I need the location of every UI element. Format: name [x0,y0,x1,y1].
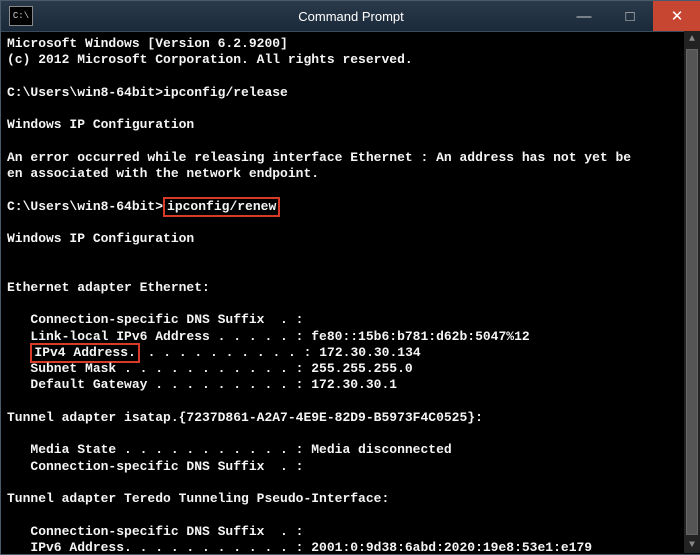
minimize-button[interactable]: — [561,1,607,31]
ethernet-dns: Connection-specific DNS Suffix . : [7,312,303,327]
header-renew: Windows IP Configuration [7,231,194,246]
highlight-renew-cmd: ipconfig/renew [163,197,280,217]
scroll-down-arrow-icon[interactable]: ▼ [684,537,700,553]
error-message: An error occurred while releasing interf… [7,150,631,181]
tunnel-teredo-ipv6: IPv6 Address. . . . . . . . . . . : 2001… [7,540,592,554]
scroll-up-arrow-icon[interactable]: ▲ [684,31,700,47]
window-title: Command Prompt [298,9,403,24]
tunnel-teredo-dns: Connection-specific DNS Suffix . : [7,524,303,539]
ethernet-subnet: Subnet Mask . . . . . . . . . . . : 255.… [7,361,413,376]
tunnel-isatap-dns: Connection-specific DNS Suffix . : [7,459,303,474]
ethernet-ipv4-value: . . . . . . . . . . : 172.30.30.134 [140,345,421,360]
line-copyright: (c) 2012 Microsoft Corporation. All righ… [7,52,413,67]
ethernet-gateway: Default Gateway . . . . . . . . . : 172.… [7,377,397,392]
ethernet-link-local-ipv6: Link-local IPv6 Address . . . . . : fe80… [7,329,530,344]
maximize-button[interactable]: □ [607,1,653,31]
command-prompt-window: C:\ Command Prompt — □ ✕ Microsoft Windo… [0,0,700,555]
tunnel-isatap-header: Tunnel adapter isatap.{7237D861-A2A7-4E9… [7,410,483,425]
prompt-1-cmd: ipconfig/release [163,85,288,100]
ethernet-header: Ethernet adapter Ethernet: [7,280,210,295]
highlight-ipv4-label: IPv4 Address. [30,343,139,363]
app-icon: C:\ [9,6,33,26]
terminal-output[interactable]: Microsoft Windows [Version 6.2.9200] (c)… [1,32,700,554]
close-button[interactable]: ✕ [653,1,700,31]
titlebar[interactable]: C:\ Command Prompt — □ ✕ [1,1,700,32]
line-version: Microsoft Windows [Version 6.2.9200] [7,36,288,51]
header-release: Windows IP Configuration [7,117,194,132]
scrollbar-thumb[interactable] [686,49,698,535]
tunnel-teredo-header: Tunnel adapter Teredo Tunneling Pseudo-I… [7,491,389,506]
window-controls: — □ ✕ [561,1,700,31]
vertical-scrollbar[interactable]: ▲ ▼ [684,31,700,553]
prompt-1-path: C:\Users\win8-64bit> [7,85,163,100]
tunnel-isatap-media: Media State . . . . . . . . . . . : Medi… [7,442,452,457]
prompt-2-path: C:\Users\win8-64bit> [7,199,163,214]
